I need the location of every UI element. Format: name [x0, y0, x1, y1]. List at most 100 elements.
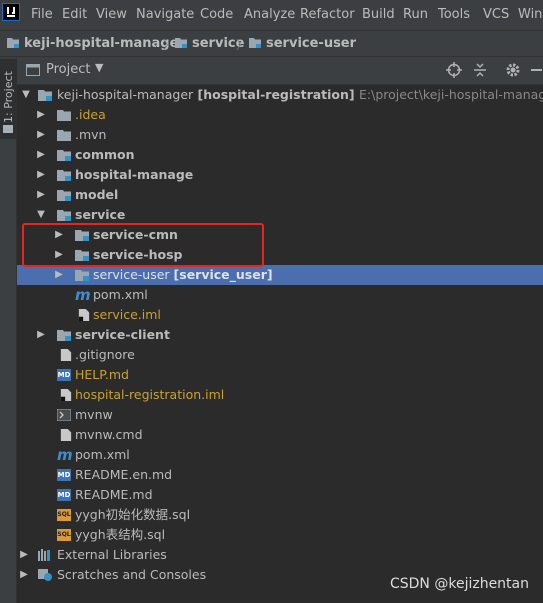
collapsed-arrow-icon[interactable]: ▶	[36, 165, 46, 185]
highlight-annotation-box	[22, 223, 264, 267]
module-folder-icon	[38, 90, 52, 101]
expanded-arrow-icon[interactable]: ▼	[21, 85, 31, 105]
menu-navigate[interactable]: Navigate	[136, 6, 194, 24]
tree-row-service-pom[interactable]: m pom.xml	[17, 285, 543, 305]
tree-row-service-client[interactable]: ▶ service-client	[17, 325, 543, 345]
left-tool-strip: 1: Project	[0, 57, 17, 603]
breadcrumb-separator: 〉	[236, 38, 249, 52]
shell-script-icon	[57, 409, 71, 421]
maven-icon: m	[57, 446, 73, 464]
menu-code[interactable]: Code	[200, 6, 233, 24]
module-folder-icon	[175, 38, 187, 48]
tree-item-label: common	[75, 147, 135, 162]
tree-row-root-pom[interactable]: m pom.xml	[17, 445, 543, 465]
tree-row-service-user[interactable]: ▶ service-user [service_user]	[17, 265, 543, 285]
tree-row-gitignore[interactable]: .gitignore	[17, 345, 543, 365]
tree-row-readme[interactable]: MD README.md	[17, 485, 543, 505]
tree-row-root-iml[interactable]: hospital-registration.iml	[17, 385, 543, 405]
menu-run[interactable]: Run	[403, 6, 428, 24]
tree-item-label: yygh初始化数据.sql	[75, 507, 191, 522]
tree-item-label: .mvn	[75, 127, 107, 142]
tree-row-model[interactable]: ▶ model	[17, 185, 543, 205]
tree-row-common[interactable]: ▶ common	[17, 145, 543, 165]
collapsed-arrow-icon[interactable]: ▶	[19, 545, 29, 565]
module-folder-icon	[57, 210, 71, 221]
tree-row-mvnw[interactable]: mvnw	[17, 405, 543, 425]
tree-item-label: yygh表结构.sql	[75, 527, 166, 542]
markdown-icon: MD	[57, 369, 71, 381]
chevron-down-icon[interactable]: ▼	[95, 61, 103, 74]
scratches-icon	[38, 569, 52, 581]
project-view-icon	[26, 64, 40, 76]
tree-item-label: HELP.md	[75, 367, 129, 382]
sql-file-icon: SQL	[57, 509, 71, 521]
collapsed-arrow-icon[interactable]: ▶	[36, 125, 46, 145]
module-folder-icon	[57, 330, 71, 341]
maven-icon: m	[75, 286, 91, 304]
tree-row-help-md[interactable]: MD HELP.md	[17, 365, 543, 385]
collapsed-arrow-icon[interactable]: ▶	[36, 185, 46, 205]
tree-item-label: service-user [service_user]	[93, 267, 273, 282]
project-tree: ▼ keji-hospital-manager [hospital-regist…	[17, 85, 543, 603]
tree-item-label: README.en.md	[75, 467, 173, 482]
folder-icon	[57, 110, 71, 121]
tree-item-label: External Libraries	[57, 547, 167, 562]
tree-row-service-iml[interactable]: service.iml	[17, 305, 543, 325]
locate-icon[interactable]	[446, 62, 462, 78]
menu-analyze[interactable]: Analyze	[244, 6, 295, 24]
tree-row-sql-data[interactable]: SQL yygh初始化数据.sql	[17, 505, 543, 525]
panel-title[interactable]: Project	[46, 62, 90, 77]
module-folder-icon	[249, 38, 261, 48]
hide-panel-icon[interactable]	[529, 62, 543, 78]
tree-row-sql-schema[interactable]: SQL yygh表结构.sql	[17, 525, 543, 545]
breadcrumb-item-service-user[interactable]: service-user	[266, 35, 356, 53]
markdown-icon: MD	[57, 469, 71, 481]
menu-edit[interactable]: Edit	[62, 6, 87, 24]
tree-row-mvn[interactable]: ▶ .mvn	[17, 125, 543, 145]
tree-row-mvnw-cmd[interactable]: mvnw.cmd	[17, 425, 543, 445]
sql-file-icon: SQL	[57, 529, 71, 541]
root-project-name: keji-hospital-manager [hospital-registra…	[57, 87, 543, 102]
menu-build[interactable]: Build	[362, 6, 395, 24]
collapsed-arrow-icon[interactable]: ▶	[19, 565, 29, 585]
tree-item-label: hospital-manage	[75, 167, 194, 182]
text-file-icon	[60, 429, 72, 441]
tree-item-label: README.md	[75, 487, 153, 502]
tree-item-label: Scratches and Consoles	[57, 567, 207, 582]
menu-vcs[interactable]: VCS	[483, 6, 509, 24]
expanded-arrow-icon[interactable]: ▼	[36, 205, 46, 225]
collapsed-arrow-icon[interactable]: ▶	[54, 265, 64, 285]
markdown-icon: MD	[57, 489, 71, 501]
collapse-all-icon[interactable]	[472, 62, 488, 78]
collapsed-arrow-icon[interactable]: ▶	[36, 105, 46, 125]
intellij-logo-icon	[2, 3, 20, 21]
gear-icon[interactable]	[505, 62, 521, 78]
tree-row-readme-en[interactable]: MD README.en.md	[17, 465, 543, 485]
tree-item-label: hospital-registration.iml	[75, 387, 225, 402]
tree-row-external-libraries[interactable]: ▶ External Libraries	[17, 545, 543, 565]
collapsed-arrow-icon[interactable]: ▶	[36, 145, 46, 165]
text-file-icon	[60, 349, 72, 361]
module-folder-icon	[57, 150, 71, 161]
menu-refactor[interactable]: Refactor	[300, 6, 355, 24]
menu-window[interactable]: Wind	[518, 6, 543, 24]
menu-tools[interactable]: Tools	[438, 6, 470, 24]
tree-item-label: .gitignore	[75, 347, 135, 362]
tree-item-label: pom.xml	[93, 287, 148, 302]
collapsed-arrow-icon[interactable]: ▶	[36, 325, 46, 345]
tree-item-label: .idea	[75, 107, 106, 122]
module-folder-icon	[57, 170, 71, 181]
menu-file[interactable]: File	[31, 6, 53, 24]
module-folder-icon	[75, 270, 89, 281]
tree-row-hospital-manage[interactable]: ▶ hospital-manage	[17, 165, 543, 185]
breadcrumb-separator: 〉	[163, 38, 176, 52]
project-tool-tab[interactable]: 1: Project	[0, 59, 17, 139]
breadcrumb-item-root[interactable]: keji-hospital-manager	[24, 35, 185, 53]
tree-row-idea[interactable]: ▶ .idea	[17, 105, 543, 125]
watermark: CSDN @kejizhentan	[389, 576, 529, 592]
tree-item-label: service	[75, 207, 126, 222]
folder-icon	[3, 125, 13, 133]
tree-row-service[interactable]: ▼ service	[17, 205, 543, 225]
menu-view[interactable]: View	[96, 6, 127, 24]
tree-row-root[interactable]: ▼ keji-hospital-manager [hospital-regist…	[17, 85, 543, 105]
